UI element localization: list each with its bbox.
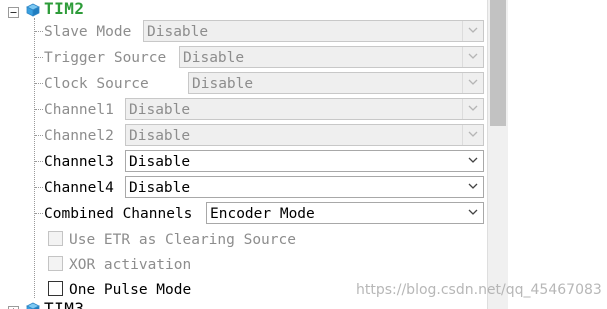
param-row-channel3: Channel3 Disable [0,149,487,175]
channel2-select[interactable]: Disable [125,124,484,146]
select-value: Disable [129,154,191,170]
etr-clearing-checkbox[interactable] [48,231,63,246]
tree-node-title: TIM2 [44,0,85,18]
select-value: Disable [129,128,191,144]
select-value: Encoder Mode [210,206,315,222]
chevron-down-icon[interactable] [463,151,483,171]
select-value: Disable [129,180,191,196]
one-pulse-mode-checkbox[interactable] [48,281,63,296]
param-label: Clock Source [44,76,149,92]
channel1-select[interactable]: Disable [125,98,484,120]
select-value: Disable [147,24,209,40]
param-label: Trigger Source [44,50,167,66]
param-row-trigger-source: Trigger Source Disable [0,45,487,71]
param-label: Channel4 [44,180,114,196]
option-row-etr-clearing: Use ETR as Clearing Source [0,227,487,253]
select-value: Disable [192,76,254,92]
collapse-icon[interactable] [8,3,19,18]
slave-mode-select[interactable]: Disable [143,20,484,42]
param-label: Combined Channels [44,206,193,222]
xor-activation-checkbox[interactable] [48,256,63,271]
param-label: Channel3 [44,154,114,170]
param-row-channel2: Channel2 Disable [0,123,487,149]
chevron-down-icon[interactable] [462,73,483,93]
peripheral-config-tree: TIM2 Slave Mode Disable Trigger Source D… [0,0,487,309]
chevron-down-icon[interactable] [462,125,483,145]
param-label: Channel2 [44,128,114,144]
select-value: Disable [183,50,245,66]
tree-node-title: TIM3 [44,299,85,309]
param-row-clock-source: Clock Source Disable [0,71,487,97]
param-label: Channel1 [44,102,114,118]
combined-channels-select[interactable]: Encoder Mode [206,202,484,224]
clock-source-select[interactable]: Disable [188,72,484,94]
scrollbar-thumb[interactable] [490,0,506,126]
select-value: Disable [129,102,191,118]
chevron-down-icon[interactable] [463,203,483,223]
chip-cube-icon [26,2,40,17]
chevron-down-icon[interactable] [463,177,483,197]
chevron-down-icon[interactable] [462,99,483,119]
chevron-down-icon[interactable] [462,21,483,41]
param-label: Slave Mode [44,24,132,40]
option-row-xor-activation: XOR activation [0,252,487,278]
channel3-select[interactable]: Disable [125,150,484,172]
chip-cube-icon [26,301,40,309]
trigger-source-select[interactable]: Disable [179,46,484,68]
param-row-slave-mode: Slave Mode Disable [0,19,487,45]
watermark: https://blog.csdn.net/qq_45467083 [356,282,602,298]
tree-node-tim3[interactable]: TIM3 [0,298,487,309]
checkbox-label: Use ETR as Clearing Source [69,232,296,248]
param-row-combined-channels: Combined Channels Encoder Mode [0,201,487,227]
expand-icon[interactable] [8,302,19,309]
chevron-down-icon[interactable] [462,47,483,67]
param-row-channel4: Channel4 Disable [0,175,487,201]
vertical-scrollbar[interactable] [487,0,508,309]
checkbox-label: One Pulse Mode [69,282,192,298]
checkbox-label: XOR activation [69,257,192,273]
tree-node-tim2[interactable]: TIM2 [0,0,487,20]
param-row-channel1: Channel1 Disable [0,97,487,123]
channel4-select[interactable]: Disable [125,176,484,198]
